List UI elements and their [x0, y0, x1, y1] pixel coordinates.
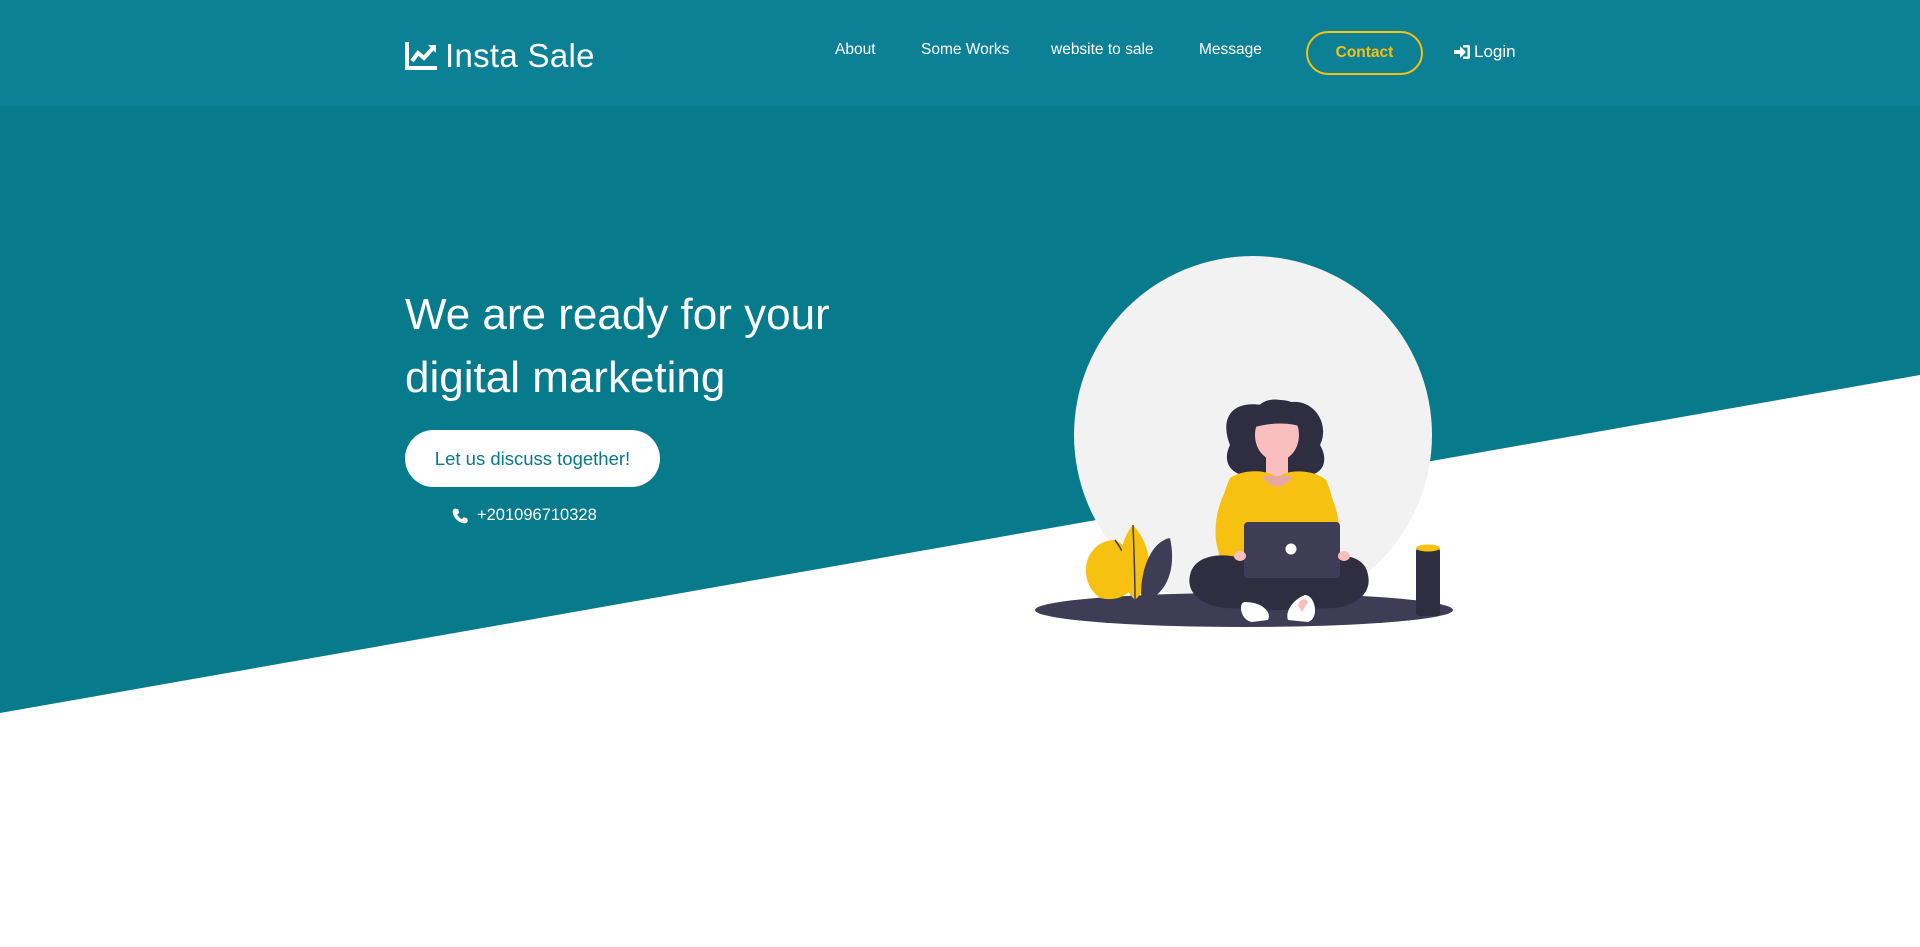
nav-link-website-to-sale[interactable]: website to sale [1051, 41, 1154, 59]
hero-headline-line-2: digital marketing [405, 353, 726, 402]
hero-headline: We are ready for your digital marketing [405, 283, 925, 409]
sign-in-icon [1454, 45, 1470, 59]
login-link[interactable]: Login [1453, 42, 1516, 62]
navbar: Insta Sale About Some Works website to s… [0, 0, 1920, 106]
login-label: Login [1474, 42, 1516, 61]
brand-name: Insta Sale [445, 37, 595, 74]
hero-headline-line-1: We are ready for your [405, 290, 830, 339]
speaker-graphic [1416, 544, 1440, 616]
discuss-button[interactable]: Let us discuss together! [405, 430, 660, 487]
nav-link-message[interactable]: Message [1199, 41, 1262, 59]
chart-line-icon [405, 42, 437, 70]
phone-icon [452, 508, 468, 523]
nav-link-about[interactable]: About [835, 41, 876, 59]
woman-with-laptop-illustration [1035, 256, 1453, 627]
contact-button[interactable]: Contact [1306, 31, 1423, 75]
nav-link-some-works[interactable]: Some Works [921, 41, 1009, 59]
brand-logo[interactable]: Insta Sale [405, 36, 595, 76]
phone-link[interactable]: +201096710328 [452, 506, 597, 525]
phone-number: +201096710328 [477, 506, 597, 524]
hero-background [0, 0, 1920, 713]
